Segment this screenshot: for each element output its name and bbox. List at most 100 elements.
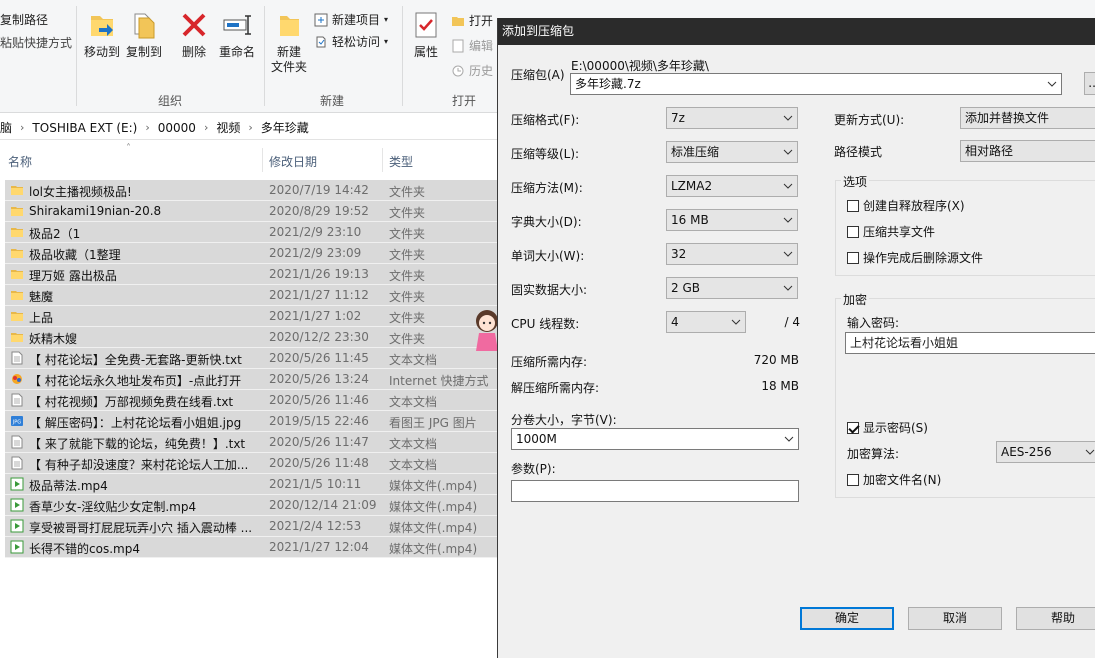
format-label: 压缩格式(F): bbox=[511, 113, 580, 127]
archive-name-combo[interactable]: 多年珍藏.7z bbox=[570, 73, 1062, 95]
level-select[interactable]: 标准压缩 bbox=[666, 141, 798, 163]
checkbox-box[interactable] bbox=[847, 473, 859, 486]
move-to-button[interactable]: 移动到 bbox=[84, 8, 120, 60]
breadcrumb-item[interactable]: TOSHIBA EXT (E:) bbox=[26, 121, 143, 135]
breadcrumb-item[interactable]: 视频 bbox=[210, 119, 246, 136]
browse-button[interactable]: ... bbox=[1084, 72, 1095, 95]
type-column-header[interactable]: 类型 bbox=[389, 153, 413, 170]
properties-button[interactable]: 属性 bbox=[410, 8, 442, 60]
file-row[interactable]: 【 村花视频】万部视频免费在线看.txt 2020/5/26 11:46 文本文档 bbox=[5, 390, 500, 411]
volume-size-combo[interactable]: 1000M bbox=[511, 428, 799, 450]
file-row[interactable]: 长得不错的cos.mp4 2021/1/27 12:04 媒体文件(.mp4) bbox=[5, 537, 500, 558]
file-row[interactable]: 上品 2021/1/27 1:02 文件夹 bbox=[5, 306, 500, 327]
file-row[interactable]: 【 来了就能下载的论坛，纯免费！】.txt 2020/5/26 11:47 文本文档 bbox=[5, 432, 500, 453]
file-modified-date: 2020/7/19 14:42 bbox=[269, 183, 369, 197]
text-file-icon bbox=[10, 456, 24, 470]
easy-access-button[interactable]: 轻松访问 ▾ bbox=[314, 33, 388, 50]
column-divider[interactable] bbox=[382, 148, 383, 172]
checkbox-box[interactable] bbox=[847, 225, 859, 238]
show-password-checkbox[interactable]: 显示密码(S) bbox=[847, 419, 928, 436]
file-modified-date: 2020/12/2 23:30 bbox=[269, 330, 369, 344]
history-button[interactable]: 历史 bbox=[451, 62, 493, 79]
file-row[interactable]: 香草少女-淫纹贴少女定制.mp4 2020/12/14 21:09 媒体文件(.mp… bbox=[5, 495, 500, 516]
file-type: 文件夹 bbox=[389, 290, 426, 304]
text-file-icon bbox=[10, 435, 24, 449]
breadcrumb-item[interactable]: 多年珍藏 bbox=[255, 119, 315, 136]
copy-to-button[interactable]: 复制到 bbox=[126, 8, 162, 60]
path-mode-label: 路径模式 bbox=[834, 145, 883, 159]
file-row[interactable]: 妖精木嫂 2020/12/2 23:30 文件夹 bbox=[5, 327, 500, 348]
checkbox-box[interactable] bbox=[847, 199, 859, 212]
file-name: Shirakami19nian-20.8 bbox=[29, 204, 162, 218]
ok-button[interactable]: 确定 bbox=[800, 607, 894, 630]
file-row[interactable]: 【 村花论坛永久地址发布页】-点此打开 2020/5/26 13:24 Intern… bbox=[5, 369, 500, 390]
rename-button[interactable]: 重命名 bbox=[217, 8, 257, 60]
checkbox-box[interactable] bbox=[847, 421, 859, 434]
paste-shortcut-label: 粘贴快捷方式 bbox=[0, 36, 73, 50]
dict-size-select[interactable]: 16 MB bbox=[666, 209, 798, 231]
file-row[interactable]: 极品收藏（1整理 2021/2/9 23:09 文件夹 bbox=[5, 243, 500, 264]
dict-size-label: 字典大小(D): bbox=[511, 215, 582, 229]
paste-shortcut-button[interactable]: 粘贴快捷方式 bbox=[0, 34, 72, 51]
word-size-select[interactable]: 32 bbox=[666, 243, 798, 265]
copy-path-label: 复制路径 bbox=[0, 13, 49, 27]
file-type: 文件夹 bbox=[389, 332, 426, 346]
edit-icon bbox=[452, 39, 464, 52]
compress-memory-label: 压缩所需内存: bbox=[511, 355, 588, 369]
file-row[interactable]: 【 村花论坛】全免费-无套路-更新快.txt 2020/5/26 11:45 文本文… bbox=[5, 348, 500, 369]
file-row[interactable]: 魅魔 2021/1/27 11:12 文件夹 bbox=[5, 285, 500, 306]
file-row[interactable]: JPG 【 解压密码】：上村花论坛看小姐姐.jpg 2019/5/15 22:46 看… bbox=[5, 411, 500, 432]
file-row[interactable]: 极品2（1 2021/2/9 23:10 文件夹 bbox=[5, 222, 500, 243]
checkbox-box[interactable] bbox=[847, 251, 859, 264]
file-row[interactable]: 极品蒂法.mp4 2021/1/5 10:11 媒体文件(.mp4) bbox=[5, 474, 500, 495]
encrypt-filenames-checkbox[interactable]: 加密文件名(N) bbox=[847, 471, 941, 488]
breadcrumb-item[interactable]: 00000 bbox=[152, 121, 202, 135]
video-file-icon bbox=[10, 477, 24, 491]
method-select[interactable]: LZMA2 bbox=[666, 175, 798, 197]
new-item-button[interactable]: 新建项目 ▾ bbox=[314, 11, 388, 28]
update-mode-select[interactable]: 添加并替换文件 bbox=[960, 107, 1095, 129]
file-modified-date: 2021/2/9 23:10 bbox=[269, 225, 362, 239]
dialog-title[interactable]: 添加到压缩包 bbox=[498, 18, 1095, 45]
compress-shared-checkbox[interactable]: 压缩共享文件 bbox=[847, 223, 935, 240]
solid-size-label: 固实数据大小: bbox=[511, 283, 588, 297]
modified-column-header[interactable]: 修改日期 bbox=[269, 153, 317, 170]
delete-after-checkbox[interactable]: 操作完成后删除源文件 bbox=[847, 249, 983, 266]
file-row[interactable]: Shirakami19nian-20.8 2020/8/29 19:52 文件夹 bbox=[5, 201, 500, 222]
file-type: 文本文档 bbox=[389, 353, 438, 367]
file-name: 上品 bbox=[29, 311, 54, 325]
column-divider[interactable] bbox=[262, 148, 263, 172]
delete-button[interactable]: 删除 bbox=[178, 8, 210, 60]
file-row[interactable]: lol女主播视频极品! 2020/7/19 14:42 文件夹 bbox=[5, 180, 500, 201]
format-select[interactable]: 7z bbox=[666, 107, 798, 129]
compress-shared-label: 压缩共享文件 bbox=[863, 225, 936, 239]
edit-button[interactable]: 编辑 bbox=[451, 37, 493, 54]
encryption-method-select[interactable]: AES-256 bbox=[996, 441, 1095, 463]
video-file-icon bbox=[10, 540, 24, 554]
file-name: lol女主播视频极品! bbox=[29, 185, 132, 199]
parameters-input[interactable] bbox=[511, 480, 799, 502]
create-sfx-checkbox[interactable]: 创建自释放程序(X) bbox=[847, 197, 965, 214]
file-row[interactable]: 享受被哥哥打屁屁玩弄小穴 插入震动棒 ... 2021/2/4 12:53 媒体文件… bbox=[5, 516, 500, 537]
open-button[interactable]: 打开 bbox=[451, 12, 493, 29]
cpu-threads-select[interactable]: 4 bbox=[666, 311, 746, 333]
file-modified-date: 2020/5/26 11:48 bbox=[269, 456, 369, 470]
history-icon bbox=[452, 65, 464, 76]
new-item-label: 新建项目 bbox=[332, 13, 381, 27]
copy-path-button[interactable]: 复制路径 bbox=[0, 11, 48, 28]
name-column-header[interactable]: 名称 bbox=[8, 153, 32, 170]
file-name: 理万姬 露出极品 bbox=[29, 269, 117, 283]
file-name: 【 村花论坛永久地址发布页】-点此打开 bbox=[29, 374, 242, 388]
solid-size-select[interactable]: 2 GB bbox=[666, 277, 798, 299]
password-input[interactable]: 上村花论坛看小姐姐 bbox=[845, 332, 1095, 354]
method-value: LZMA2 bbox=[671, 179, 713, 193]
cancel-button[interactable]: 取消 bbox=[908, 607, 1002, 630]
path-mode-select[interactable]: 相对路径 bbox=[960, 140, 1095, 162]
file-row[interactable]: 理万姬 露出极品 2021/1/26 19:13 文件夹 bbox=[5, 264, 500, 285]
chevron-down-icon bbox=[1085, 449, 1095, 455]
file-row[interactable]: 【 有种子却没速度？来村花论坛人工加... 2020/5/26 11:48 文本文档 bbox=[5, 453, 500, 474]
help-button[interactable]: 帮助 bbox=[1016, 607, 1095, 630]
file-name: 长得不错的cos.mp4 bbox=[29, 542, 140, 556]
breadcrumb-item[interactable]: 脑 bbox=[0, 119, 18, 136]
new-folder-button[interactable]: 新建 文件夹 bbox=[269, 8, 309, 75]
